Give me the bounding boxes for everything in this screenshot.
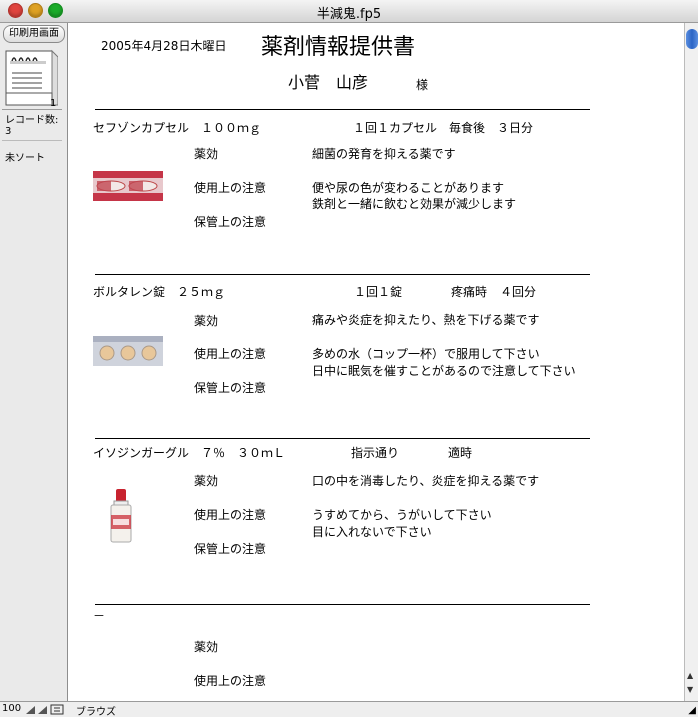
usage-note-2: 日中に眠気を催すことがあるので注意して下さい xyxy=(312,364,576,378)
drug-name: セフゾンカプセル １００ｍｇ xyxy=(93,121,262,135)
drug-dosage: １回１カプセル 毎食後 ３日分 xyxy=(353,121,534,135)
usage-label: 使用上の注意 xyxy=(194,347,267,361)
usage-label: 使用上の注意 xyxy=(194,674,267,688)
zoom-controls-icon[interactable] xyxy=(25,704,67,715)
usage-label: 使用上の注意 xyxy=(194,181,267,195)
window-title: 半減鬼.fp5 xyxy=(316,7,382,22)
gargle-bottle-image xyxy=(110,489,132,543)
scroll-thumb[interactable] xyxy=(686,29,698,49)
usage-note-1: うすめてから、うがいして下さい xyxy=(312,508,492,522)
drug-name: － xyxy=(93,609,106,623)
efficacy-label: 薬効 xyxy=(194,147,219,161)
record-count: レコード数: 3 xyxy=(5,115,58,137)
current-record-number[interactable]: 1 xyxy=(50,98,56,109)
print-view-button[interactable]: 印刷用画面 xyxy=(3,25,65,43)
drug-dosage: １回１錠 xyxy=(354,285,403,299)
app-window: 半減鬼.fp5 印刷用画面 1 レコード数: 3 未ソート 2005年4月28日… xyxy=(0,0,698,718)
document-title: 薬剤情報提供書 xyxy=(261,35,416,60)
scroll-down-arrow-icon[interactable]: ▼ xyxy=(687,685,693,694)
capsule-blister-pack-image xyxy=(93,171,163,201)
storage-label: 保管上の注意 xyxy=(194,542,267,556)
section-divider xyxy=(95,274,590,275)
title-bar[interactable]: 半減鬼.fp5 xyxy=(0,0,698,23)
drug-days: ４回分 xyxy=(500,285,537,299)
efficacy-label: 薬効 xyxy=(194,474,219,488)
storage-label: 保管上の注意 xyxy=(194,215,267,229)
efficacy-text: 細菌の発育を抑える薬です xyxy=(312,147,456,161)
tablet-blister-pack-image xyxy=(93,336,163,366)
efficacy-label: 薬効 xyxy=(194,314,219,328)
usage-note-2: 目に入れないで下さい xyxy=(312,525,432,539)
status-area: 印刷用画面 1 レコード数: 3 未ソート xyxy=(0,23,68,701)
drug-dosage: 指示通り xyxy=(351,446,400,460)
book-divider xyxy=(2,109,62,110)
efficacy-label: 薬効 xyxy=(194,640,219,654)
zoom-level[interactable]: 100 xyxy=(2,703,21,714)
section-divider xyxy=(95,438,590,439)
storage-label: 保管上の注意 xyxy=(194,381,267,395)
resize-grip-icon[interactable]: ◢ xyxy=(688,705,696,716)
efficacy-text: 口の中を消毒したり、炎症を抑える薬です xyxy=(312,474,540,488)
scroll-up-arrow-icon[interactable]: ▲ xyxy=(687,671,693,680)
patient-name: 小菅 山彦 xyxy=(288,73,369,92)
sort-status: 未ソート xyxy=(5,153,45,164)
issue-date: 2005年4月28日木曜日 xyxy=(101,39,227,53)
usage-note-1: 多めの水（コップ一杯）で服用して下さい xyxy=(312,347,540,361)
usage-label: 使用上の注意 xyxy=(194,508,267,522)
vertical-scrollbar[interactable]: ▲ ▼ xyxy=(684,23,698,701)
usage-note-2: 鉄剤と一緒に飲むと効果が減少します xyxy=(312,197,517,211)
drug-timing: 疼痛時 xyxy=(451,285,488,299)
section-divider xyxy=(95,109,590,110)
efficacy-text: 痛みや炎症を抑えたり、熱を下げる薬です xyxy=(312,313,540,327)
drug-name: ボルタレン錠 ２５ｍｇ xyxy=(93,285,226,299)
usage-note-1: 便や尿の色が変わることがあります xyxy=(312,181,505,195)
bottom-status-bar: 100 ブラウズ ◢ xyxy=(0,701,698,718)
record-count-label: レコード数: xyxy=(5,115,59,126)
drug-name: イソジンガーグル ７％ ３０ｍＬ xyxy=(93,446,286,460)
document-layout: 2005年4月28日木曜日 薬剤情報提供書 小菅 山彦 様 セフゾンカプセル １… xyxy=(68,23,684,701)
record-count-value: 3 xyxy=(5,126,12,137)
sort-divider xyxy=(2,140,62,141)
honorific: 様 xyxy=(416,78,429,92)
section-divider xyxy=(95,604,590,605)
drug-timing: 適時 xyxy=(448,446,473,460)
